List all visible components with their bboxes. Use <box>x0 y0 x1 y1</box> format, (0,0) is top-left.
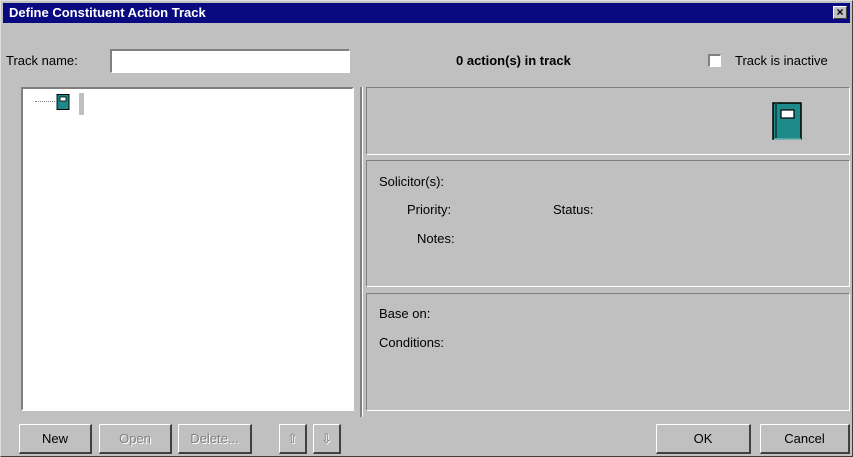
move-up-button[interactable]: ⇧ <box>279 424 307 454</box>
priority-label: Priority: <box>407 202 452 217</box>
title-bar[interactable]: Define Constituent Action Track × <box>3 3 850 23</box>
window-title: Define Constituent Action Track <box>9 5 206 20</box>
move-down-button[interactable]: ⇩ <box>313 424 341 454</box>
open-button-label: Open <box>119 431 151 446</box>
action-count-text: 0 action(s) in track <box>456 53 571 68</box>
tree-root-node[interactable] <box>56 94 70 110</box>
splitter[interactable] <box>360 87 363 417</box>
new-button-label: New <box>41 431 68 446</box>
notebook-icon <box>56 94 70 110</box>
arrow-up-icon: ⇧ <box>287 431 298 446</box>
ok-button[interactable]: OK <box>656 424 751 454</box>
large-notebook-icon <box>772 102 802 143</box>
tree-selection-marker <box>79 93 84 115</box>
close-button[interactable]: × <box>833 6 847 19</box>
base-on-label: Base on: <box>379 306 431 321</box>
close-icon[interactable]: × <box>836 5 843 19</box>
ok-button-label: OK <box>693 431 713 446</box>
cancel-button[interactable]: Cancel <box>760 424 850 454</box>
action-tree[interactable] <box>21 87 354 411</box>
inactive-checkbox[interactable] <box>708 54 721 67</box>
delete-button-label: Delete... <box>190 431 239 446</box>
inactive-label[interactable]: Track is inactive <box>735 53 828 68</box>
icon-panel <box>366 87 850 155</box>
status-label: Status: <box>553 202 594 217</box>
conditions-label: Conditions: <box>379 335 445 350</box>
define-track-dialog: Define Constituent Action Track × Track … <box>0 0 853 457</box>
solicitors-label: Solicitor(s): <box>379 174 445 189</box>
track-name-input[interactable] <box>110 49 350 73</box>
conditions-panel: Base on: Conditions: <box>366 293 850 411</box>
action-detail-panel: Solicitor(s): Priority: Status: Notes: <box>366 160 850 287</box>
notes-label: Notes: <box>417 231 455 246</box>
track-name-label: Track name: <box>6 53 78 68</box>
new-button[interactable]: New <box>19 424 92 454</box>
delete-button[interactable]: Delete... <box>178 424 252 454</box>
open-button[interactable]: Open <box>99 424 172 454</box>
arrow-down-icon: ⇩ <box>321 431 332 446</box>
cancel-button-label: Cancel <box>784 431 825 446</box>
tree-connector <box>35 101 55 102</box>
